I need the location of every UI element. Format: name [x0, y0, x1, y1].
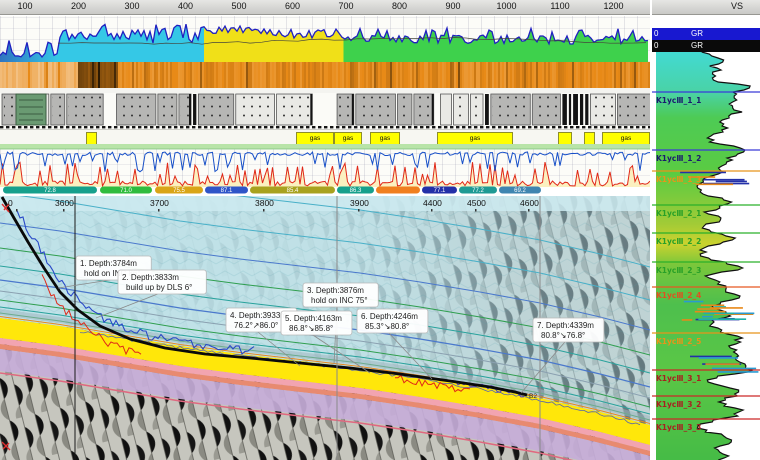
- inclination-segment: 87.1: [205, 187, 248, 195]
- formation-label: K1ycⅢ_2_5: [656, 337, 701, 346]
- md-tick-label: 3900: [350, 198, 369, 208]
- formation-label: K1ycⅢ_2_4: [656, 291, 701, 300]
- inclination-segments: 72.8 71.0 75.5 87.1 85.4 86.3 77.1 77.2 69.2: [0, 186, 650, 194]
- formation-label: K1ycⅢ_1_3: [656, 175, 701, 184]
- annotation-note-text: 85.3°↘80.8°: [365, 322, 409, 331]
- ruler-tick-label: 200: [71, 1, 86, 11]
- inclination-segment: 85.4: [250, 187, 335, 195]
- segment-value: 85.4: [287, 188, 299, 194]
- formation-label: K1ycⅢ_2_1: [656, 209, 701, 218]
- md-tick-label: 3700: [150, 198, 169, 208]
- annotation-note-text: 76.2°↗86.0°: [234, 321, 278, 330]
- ruler-tick-label: 500: [231, 1, 246, 11]
- inclination-segment: 86.3: [337, 187, 374, 195]
- vs-ruler: VS 100 200 300 400 500 600 700 800 900 1000 1100 12…: [0, 0, 760, 15]
- curves-plot: [0, 144, 650, 187]
- segment-value: 77.2: [472, 188, 484, 194]
- annotation-depth-text: 4. Depth:3933m: [230, 311, 287, 320]
- ruler-tick-label: 600: [285, 1, 300, 11]
- segment-value: 77.1: [434, 188, 446, 194]
- ruler-tick-label: 1100: [550, 1, 569, 11]
- formation-label: K1ycⅢ_3_1: [656, 374, 701, 383]
- formation-label: K1ycⅢ_2_3: [656, 266, 701, 275]
- annotation-note-text: build up by DLS 6°: [126, 283, 192, 292]
- segment-value: 72.8: [44, 188, 56, 194]
- formation-label: K1ycⅢ_3_3: [656, 423, 701, 432]
- ruler-tick-label: 900: [445, 1, 460, 11]
- inclination-segment: 72.8: [3, 187, 97, 195]
- formation-label: K1ycⅢ_3_2: [656, 400, 701, 409]
- md-tick-label: 4400: [423, 198, 442, 208]
- ruler-tick-label: 300: [124, 1, 139, 11]
- gr-track-header-1: 0 GR: [652, 28, 760, 40]
- ruler-tick-label: 1200: [603, 1, 623, 11]
- annotation-depth-text: 5. Depth:4163m: [285, 314, 342, 323]
- geosteering-app-window: VS 100 200 300 400 500 600 700 800 900 1000 1100 12…: [0, 0, 760, 460]
- gr-curve-plot: [0, 16, 650, 62]
- gr-correlation-plot: K1ycⅢ_1_1 K1ycⅢ_1_2 K1ycⅢ_1_3 K1ycⅢ_2_1 K1yc…: [652, 52, 760, 460]
- image-log-track[interactable]: [0, 62, 650, 88]
- inclination-segment: 69.2: [499, 187, 541, 195]
- cross-section-plot: B2 0 3600 3700 3800 3900 4400 4500 4600 1. Depth:…: [0, 196, 650, 460]
- annotation-depth-text: 1. Depth:3784m: [80, 259, 137, 268]
- md-tick-label: 4500: [467, 198, 486, 208]
- image-log-plot: [0, 62, 650, 88]
- segment-value: 71.0: [120, 188, 132, 194]
- segment-value: 75.5: [173, 188, 185, 194]
- md-tick-label: 4600: [520, 198, 539, 208]
- annotation-depth-text: 7. Depth:4339m: [537, 321, 594, 330]
- formation-label: K1ycⅢ_1_2: [656, 154, 701, 163]
- target-point-label: B2: [529, 393, 537, 400]
- formation-label: K1ycⅢ_2_2: [656, 237, 701, 246]
- segment-value: 87.1: [221, 188, 233, 194]
- gr-track-header-2: 0 GR: [652, 40, 760, 52]
- gr-track-title: GR: [652, 29, 742, 38]
- cross-section-view[interactable]: B2 0 3600 3700 3800 3900 4400 4500 4600 1. Depth:…: [0, 196, 650, 460]
- lithology-plot: [0, 93, 650, 129]
- formation-label: K1ycⅢ_1_1: [656, 96, 701, 105]
- annotation-depth-text: 6. Depth:4246m: [361, 312, 418, 321]
- inclination-segment: 75.5: [155, 187, 203, 195]
- md-tick-label: 0: [8, 198, 13, 208]
- inclination-segment: 71.0: [100, 187, 152, 195]
- inclination-segment: [376, 187, 420, 194]
- ruler-tick-label: 400: [178, 1, 193, 11]
- gr-track-title: GR: [652, 41, 742, 50]
- annotation-note-text: hold on INC 75°: [311, 296, 368, 305]
- right-panel-divider: [650, 0, 652, 460]
- ruler-tick-label: 800: [392, 1, 407, 11]
- inclination-segment: 77.1: [422, 187, 457, 195]
- ruler-tick-label: 1000: [496, 1, 516, 11]
- annotation-depth-text: 2. Depth:3833m: [122, 273, 179, 282]
- lithology-track[interactable]: [0, 93, 650, 129]
- md-tick-label: 3600: [55, 198, 74, 208]
- inclination-segment: 77.2: [459, 187, 497, 195]
- resistivity-curve-track[interactable]: [0, 144, 650, 187]
- ruler-tick-label: 100: [17, 1, 32, 11]
- inclination-segment-bar[interactable]: 72.8 71.0 75.5 87.1 85.4 86.3 77.1 77.2 69.2: [0, 186, 650, 194]
- segment-value: 69.2: [514, 188, 526, 194]
- vs-unit-label: VS: [731, 1, 743, 11]
- gr-curve-track[interactable]: [0, 16, 650, 63]
- ruler-tick-label: 700: [338, 1, 353, 11]
- annotation-note-text: 86.8°↘85.8°: [289, 324, 333, 333]
- md-tick-label: 3800: [255, 198, 274, 208]
- gr-correlation-panel[interactable]: K1ycⅢ_1_1 K1ycⅢ_1_2 K1ycⅢ_1_3 K1ycⅢ_2_1 K1yc…: [652, 52, 760, 460]
- segment-value: 86.3: [350, 188, 362, 194]
- annotation-note-text: 80.8°↘76.8°: [541, 331, 585, 340]
- annotation-depth-text: 3. Depth:3876m: [307, 286, 364, 295]
